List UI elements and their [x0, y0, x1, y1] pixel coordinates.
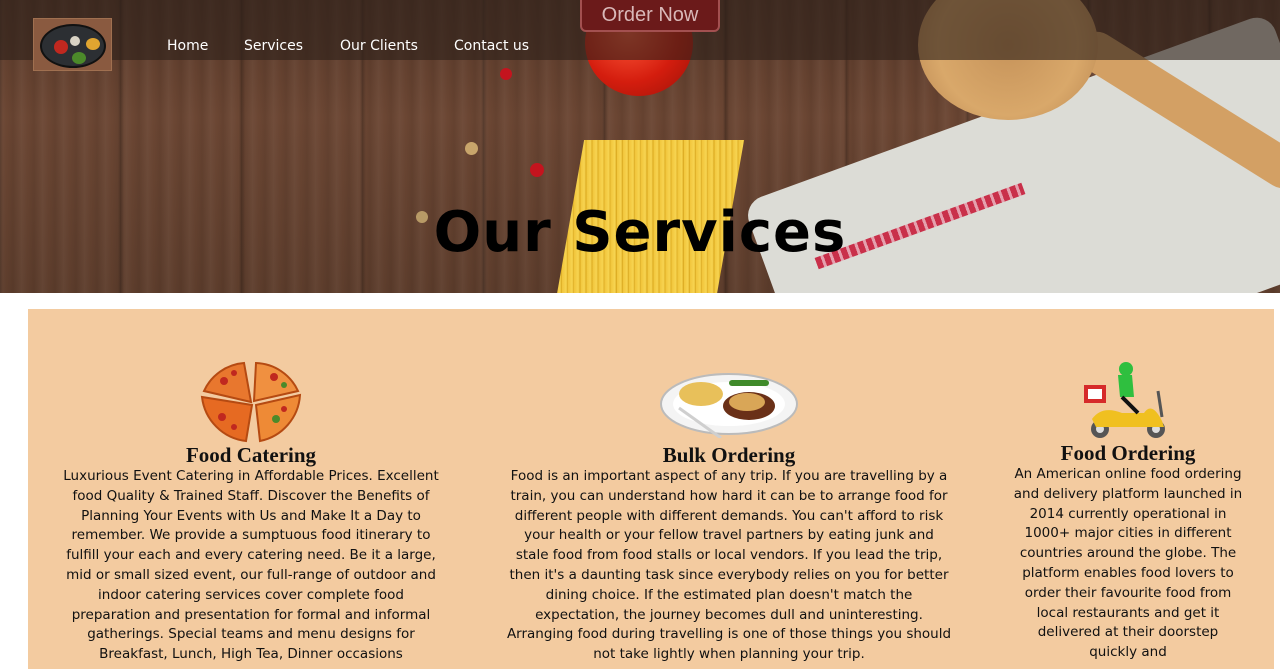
- service-card-bulk-ordering: Bulk Ordering Food is an important aspec…: [506, 309, 952, 665]
- peppercorn: [500, 68, 512, 80]
- service-description: Food is an important aspect of any trip.…: [506, 468, 952, 663]
- service-card-food-ordering: Food Ordering An American online food or…: [1012, 309, 1244, 663]
- nav-link-contact-us[interactable]: Contact us: [454, 38, 529, 54]
- logo[interactable]: [33, 18, 112, 71]
- page-title: Our Services: [433, 200, 847, 265]
- delivery-scooter-icon: [1082, 361, 1174, 441]
- nav-link-services[interactable]: Services: [244, 38, 303, 54]
- service-card-food-catering: Food Catering Luxurious Event Catering i…: [62, 309, 440, 665]
- nav-link-our-clients[interactable]: Our Clients: [340, 38, 418, 54]
- service-title: Food Ordering: [1060, 441, 1196, 465]
- service-title: Bulk Ordering: [662, 443, 796, 467]
- nav-link-home[interactable]: Home: [167, 38, 208, 54]
- service-description: An American online food ordering and del…: [1013, 466, 1243, 661]
- bowl-icon: [40, 24, 106, 68]
- peppercorn: [530, 163, 544, 177]
- service-description: Luxurious Event Catering in Affordable P…: [63, 468, 439, 663]
- peppercorn: [465, 142, 478, 155]
- services-section: Food Catering Luxurious Event Catering i…: [28, 309, 1274, 669]
- pizza-icon: [194, 361, 308, 443]
- service-title: Food Catering: [185, 443, 317, 467]
- food-plate-icon: [659, 366, 799, 440]
- order-now-button[interactable]: Order Now: [580, 0, 720, 32]
